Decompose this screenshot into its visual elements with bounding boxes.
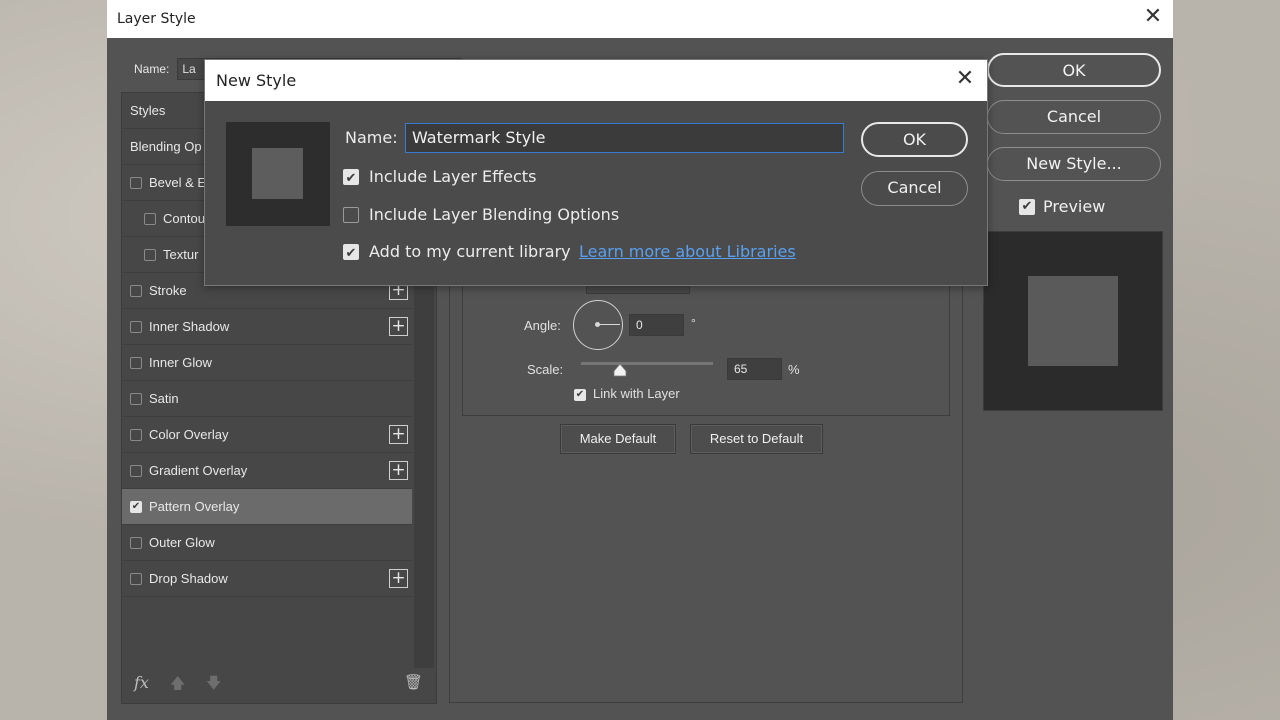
pattern-overlay-panel: Angle: 0 ° Scale: 65 % ✔ Link with Layer… [449,284,963,703]
angle-dial-line [598,324,620,325]
new-style-button[interactable]: New Style... [987,147,1161,181]
trash-icon[interactable]: 🗑 [404,673,423,691]
move-up-icon[interactable]: 🡅 [170,673,185,698]
style-item-checkbox[interactable] [130,464,142,477]
style-item-label: Inner Shadow [149,319,230,334]
new-style-thumbnail-swatch [252,148,303,199]
layer-style-title: Layer Style [117,11,196,27]
style-item-checkbox[interactable] [130,392,142,405]
style-item-checkbox[interactable] [130,176,142,189]
move-down-icon[interactable]: 🡇 [206,673,221,698]
close-icon[interactable]: ✕ [1141,6,1165,30]
ok-button[interactable]: OK [987,53,1161,87]
style-item[interactable]: Color Overlay + [122,417,412,453]
add-effect-icon[interactable]: + [389,425,408,444]
style-item[interactable]: Inner Glow [122,345,412,381]
style-preview [983,231,1163,411]
add-effect-icon[interactable]: + [389,461,408,480]
angle-label: Angle: [524,318,561,333]
link-with-layer-label: Link with Layer [593,386,680,401]
close-icon[interactable]: ✕ [953,68,977,92]
style-item-checkbox[interactable] [130,428,142,441]
add-to-library-checkbox[interactable]: ✔ [343,244,359,260]
style-item-label: Contou [163,211,205,226]
style-item-checkbox[interactable] [130,320,142,333]
preview-checkbox[interactable]: ✔ [1019,198,1035,215]
include-effects-checkbox[interactable]: ✔ [343,169,359,185]
pattern-group: Angle: 0 ° Scale: 65 % ✔ Link with Layer [462,284,950,416]
style-item-checkbox[interactable] [130,572,142,585]
style-item-label: Gradient Overlay [149,463,248,478]
include-blending-checkbox[interactable] [343,207,359,223]
layer-name-label: Name: [134,62,170,76]
scale-label: Scale: [527,362,564,377]
style-item-label: Satin [149,391,179,406]
include-blending-label: Include Layer Blending Options [369,205,620,224]
style-name-label: Name: [345,128,398,147]
blending-options-label: Blending Op [130,139,202,154]
style-item[interactable]: Outer Glow [122,525,412,561]
style-item[interactable]: ✔ Pattern Overlay [122,489,412,525]
add-to-library-label: Add to my current library [369,242,571,261]
styles-header-label: Styles [130,103,166,118]
style-item-checkbox[interactable] [144,248,156,261]
style-item-checkbox[interactable] [130,356,142,369]
scale-slider-thumb[interactable] [613,363,627,377]
new-style-cancel-button[interactable]: Cancel [861,171,968,206]
style-item[interactable]: Inner Shadow + [122,309,412,345]
scale-slider-track[interactable] [581,362,713,365]
learn-more-libraries-link[interactable]: Learn more about Libraries [579,242,796,261]
preview-label: Preview [1043,197,1106,216]
reset-to-default-button[interactable]: Reset to Default [690,424,823,454]
new-style-titlebar: New Style ✕ [205,60,987,101]
style-item-label: Outer Glow [149,535,215,550]
style-item[interactable]: Gradient Overlay + [122,453,412,489]
style-item-checkbox[interactable] [130,536,142,549]
link-with-layer-checkbox[interactable]: ✔ [574,389,586,401]
scale-input[interactable]: 65 [727,358,782,380]
style-item[interactable]: Satin [122,381,412,417]
style-item-label: Inner Glow [149,355,212,370]
style-item-checkbox[interactable] [144,212,156,225]
fx-icon[interactable]: fx [134,673,149,692]
percent-symbol: % [788,362,800,377]
cancel-button[interactable]: Cancel [987,100,1161,134]
style-preview-swatch [1028,276,1118,366]
new-style-dialog: New Style ✕ Name: Watermark Style ✔ Incl… [204,59,988,286]
style-item-label: Textur [163,247,199,262]
new-style-ok-button[interactable]: OK [861,122,968,157]
add-effect-icon[interactable]: + [389,317,408,336]
angle-input[interactable]: 0 [629,314,684,336]
style-item-label: Stroke [149,283,187,298]
angle-dial-dot [595,322,600,327]
new-style-title: New Style [216,71,297,90]
styles-footer: fx 🡅 🡇 🗑 [134,673,424,695]
style-item[interactable]: Drop Shadow + [122,561,412,597]
style-item-checkbox[interactable]: ✔ [130,500,142,513]
style-item-label: Drop Shadow [149,571,228,586]
include-effects-label: Include Layer Effects [369,167,537,186]
degree-symbol: ° [691,316,696,330]
make-default-button[interactable]: Make Default [560,424,676,454]
layer-style-titlebar: Layer Style ✕ [107,0,1173,38]
style-item-checkbox[interactable] [130,284,142,297]
style-name-input[interactable]: Watermark Style [405,123,844,153]
style-item-label: Bevel & E [149,175,207,190]
new-style-thumbnail [226,122,330,226]
style-item-label: Color Overlay [149,427,229,442]
style-item-label: Pattern Overlay [149,499,240,514]
preview-toggle[interactable]: ✔ Preview [1019,197,1105,216]
add-effect-icon[interactable]: + [389,569,408,588]
